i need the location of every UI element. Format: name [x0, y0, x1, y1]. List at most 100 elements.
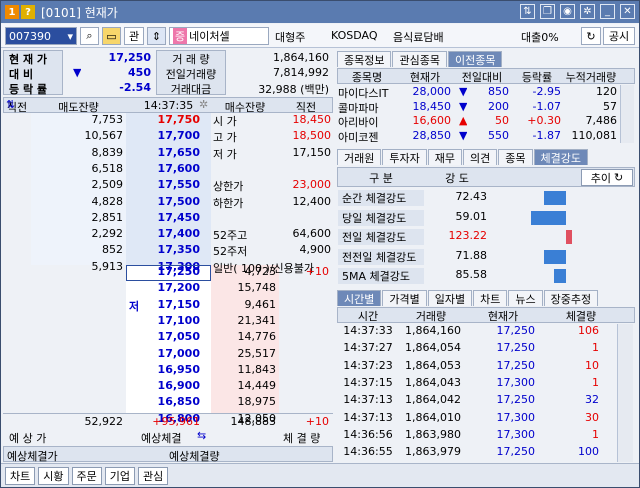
bottom-button[interactable]: 주문: [71, 466, 102, 485]
tab-stabs[interactable]: 재무: [427, 149, 462, 165]
trade-time: 14:36:56: [343, 427, 393, 441]
notice-button[interactable]: 공시: [603, 27, 635, 45]
settings-icon[interactable]: ✲: [580, 4, 595, 19]
tab-stabs[interactable]: 거래원: [337, 149, 382, 165]
close-icon[interactable]: ✕: [620, 4, 635, 19]
trend-button[interactable]: 추이 ↻: [581, 169, 633, 186]
trades-header: 시간: [357, 310, 379, 323]
trade-volume: 1: [592, 341, 599, 355]
stock-code[interactable]: 007390: [9, 30, 51, 43]
ask-price[interactable]: 17,650: [126, 146, 200, 159]
related-volume: 57: [603, 99, 617, 113]
camera-icon[interactable]: ◉: [560, 4, 575, 19]
bid-price[interactable]: 17,200: [126, 281, 200, 294]
scrollbar[interactable]: [620, 85, 634, 143]
tab-stabs[interactable]: 투자자: [382, 149, 427, 165]
info-value: 12,400: [292, 194, 332, 208]
tab-ttabs[interactable]: 일자별: [427, 290, 473, 306]
down-arrow-icon: ▼: [459, 85, 468, 98]
ask-volume: 10,567: [84, 129, 124, 143]
ask-price[interactable]: 17,550: [126, 178, 200, 191]
ask-price[interactable]: 17,700: [126, 129, 200, 142]
search-icon[interactable]: ⌕: [80, 27, 99, 45]
bid-price[interactable]: 16,850: [126, 395, 200, 408]
trade-volume: 30: [585, 410, 599, 424]
bottom-button[interactable]: 차트: [5, 466, 36, 485]
info-label: 저 가: [213, 147, 237, 161]
bid-price[interactable]: 17,050: [126, 330, 200, 343]
stock-name-field[interactable]: 증 네이처셀: [169, 27, 269, 45]
bid-price[interactable]: 16,950: [126, 363, 200, 376]
tab-stabs[interactable]: 의견: [463, 149, 498, 165]
tab-ttabs[interactable]: 시간별: [337, 290, 382, 306]
gear-icon[interactable]: ✲: [199, 98, 208, 111]
tab-rtabs[interactable]: 이전종목: [447, 51, 503, 67]
ask-volume: 2,509: [91, 178, 124, 192]
related-header: 종목명: [351, 71, 383, 84]
trade-time: 14:37:15: [343, 375, 393, 389]
bottom-button[interactable]: 기업: [104, 466, 135, 485]
related-name[interactable]: 아미코젠: [338, 129, 396, 145]
related-rate: -1.87: [532, 128, 561, 142]
info-label: 시 가: [213, 115, 237, 128]
tab-ttabs[interactable]: 뉴스: [508, 290, 543, 306]
total-bid: 148,883: [230, 415, 277, 428]
ask-volume: 5,913: [91, 259, 124, 273]
ask-price[interactable]: 17,350: [126, 243, 200, 256]
bottom-button[interactable]: 시황: [38, 466, 69, 485]
bid-price[interactable]: 17,100: [126, 314, 200, 327]
folder-icon[interactable]: ▭: [102, 27, 121, 45]
tab-rtabs[interactable]: 종목정보: [337, 51, 392, 67]
strength-label: 당일 체결강도: [338, 209, 424, 226]
ask-price[interactable]: 17,400: [126, 227, 200, 240]
ask-volume: 7,753: [91, 113, 124, 126]
minimize-icon[interactable]: _: [600, 4, 615, 19]
trade-time: 14:37:13: [343, 410, 393, 424]
sort-down-icon[interactable]: ⇅: [6, 98, 15, 111]
bid-volume: 14,776: [237, 330, 277, 344]
tab-ttabs[interactable]: 차트: [473, 290, 508, 306]
info-label: 52주고: [213, 229, 248, 243]
related-price: 16,600: [412, 114, 452, 127]
info-label: 52주저: [213, 245, 248, 259]
scrollbar[interactable]: [617, 324, 633, 462]
related-change: 850: [488, 85, 509, 98]
down-arrow-icon: ▼: [459, 99, 468, 113]
trades-header: 현재가: [487, 310, 519, 323]
related-price: 28,850: [412, 128, 452, 142]
copy-icon[interactable]: ❐: [540, 4, 555, 19]
tab-ttabs[interactable]: 가격별: [382, 290, 427, 306]
link-icon[interactable]: ⇅: [520, 4, 535, 19]
stock-name: 네이처셀: [189, 30, 230, 43]
refresh-icon[interactable]: ↻: [614, 171, 623, 184]
bid-price[interactable]: 16,900: [126, 379, 200, 392]
stock-code-input[interactable]: 007390 ▾: [5, 27, 77, 45]
trade-time: 14:37:23: [343, 358, 393, 372]
dropdown-icon[interactable]: ▾: [67, 30, 73, 43]
refresh-icon[interactable]: ↻: [581, 27, 601, 45]
loan-label: 대출0%: [521, 31, 559, 44]
ask-price[interactable]: 17,600: [126, 162, 200, 175]
info-value: 23,000: [292, 178, 332, 192]
info-label: 하한가: [213, 196, 244, 210]
interest-button[interactable]: 관: [124, 27, 144, 45]
bid-price[interactable]: 17,000: [126, 347, 200, 360]
ask-price[interactable]: 17,450: [126, 211, 200, 224]
arrange-icon[interactable]: ⇕: [147, 27, 166, 45]
current-price-highlight: [126, 265, 211, 281]
strength-value: 59.01: [455, 209, 488, 223]
ask-price[interactable]: 17,500: [126, 195, 200, 208]
bid-prev: +10: [305, 265, 329, 278]
info-value: 18,500: [292, 129, 332, 143]
strength-bar: [554, 269, 566, 283]
amount-value: 32,988 (백만): [258, 83, 329, 96]
tab-stabs[interactable]: 종목: [498, 149, 533, 165]
bottom-button[interactable]: 관심: [138, 466, 169, 485]
ask-price[interactable]: 17,750: [126, 113, 200, 126]
tab-rtabs[interactable]: 관심종목: [392, 51, 447, 67]
swap-icon[interactable]: ⇆: [197, 429, 206, 442]
tab-ttabs[interactable]: 장중추정: [543, 290, 599, 306]
related-header: 전일대비: [461, 71, 503, 84]
tab-stabs[interactable]: 체결강도: [533, 149, 588, 165]
help-badge[interactable]: ?: [21, 5, 35, 19]
